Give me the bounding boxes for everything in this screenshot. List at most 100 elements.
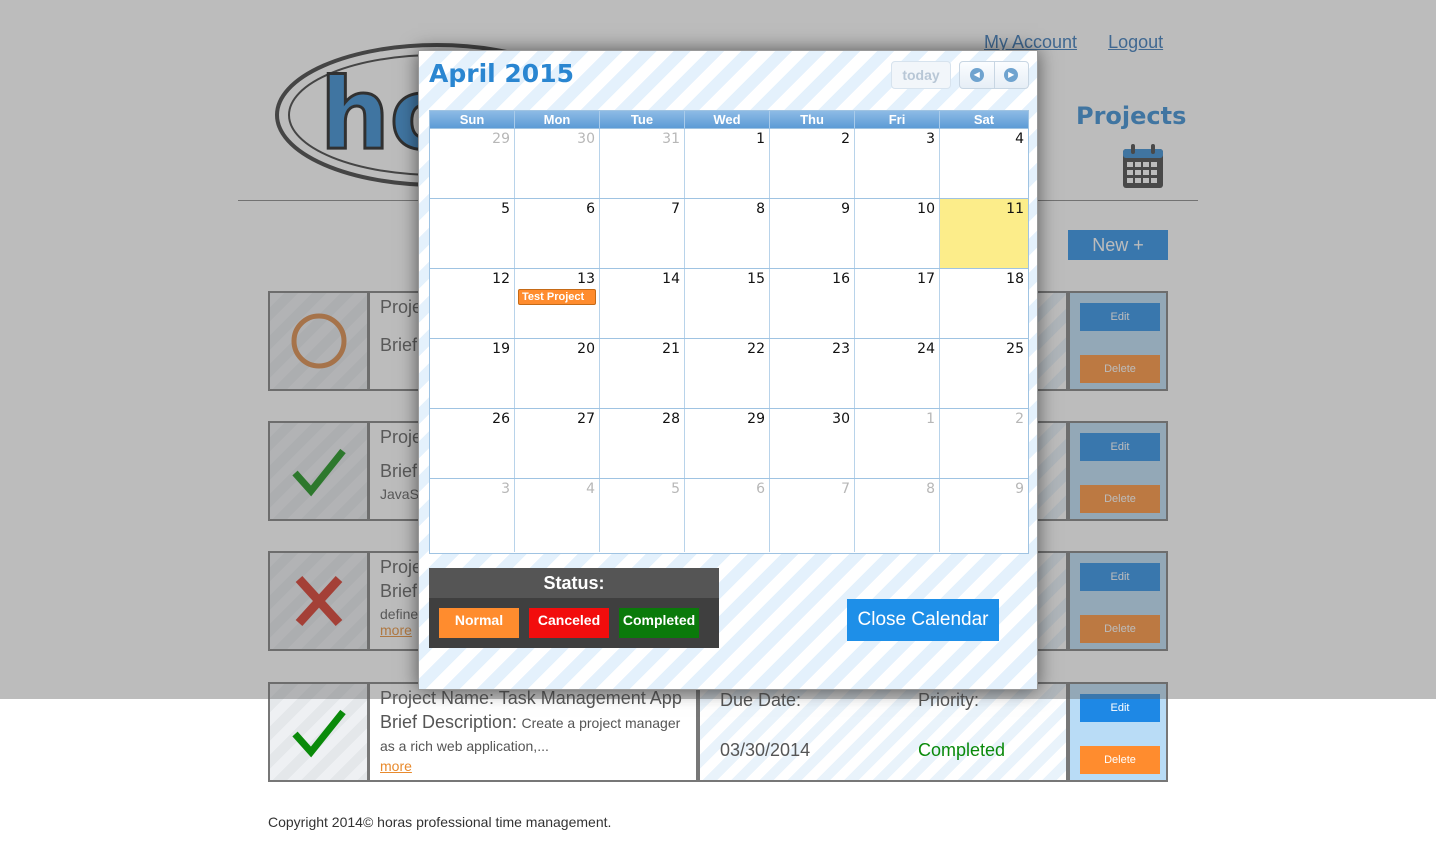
calendar-day[interactable]: 16 [770,269,855,338]
calendar-modal: April 2015 today ◀ ▶ Sun Mon Tue Wed Thu… [418,50,1038,690]
day-number: 5 [501,201,510,217]
dow-label: Sat [973,112,995,127]
day-number: 29 [492,131,510,147]
calendar-day[interactable]: 27 [515,409,600,478]
calendar-day[interactable]: 22 [685,339,770,408]
day-number: 2 [841,131,850,147]
day-number: 16 [832,271,850,287]
day-number: 29 [747,411,765,427]
calendar-day[interactable]: 7 [770,479,855,552]
due-date-value: 03/30/2014 [720,740,811,760]
day-number: 25 [1006,341,1024,357]
day-number: 11 [1006,201,1024,217]
calendar-day[interactable]: 3 [855,129,940,198]
calendar-day[interactable]: 4 [515,479,600,552]
calendar-day[interactable]: 1 [855,409,940,478]
calendar-week: 5 6 7 8 9 10 11 [430,198,1028,268]
calendar-day[interactable]: 14 [600,269,685,338]
calendar-day[interactable]: 10 [855,199,940,268]
day-number: 1 [756,131,765,147]
day-number: 6 [756,481,765,497]
calendar-day[interactable]: 5 [430,199,515,268]
calendar-day[interactable]: 26 [430,409,515,478]
calendar-day[interactable]: 28 [600,409,685,478]
legend-item-completed: Completed [619,608,699,638]
day-number: 28 [662,411,680,427]
legend-item-normal: Normal [439,608,519,638]
calendar-week: 29 30 31 1 2 3 4 [430,128,1028,198]
calendar-day[interactable]: 25 [940,339,1028,408]
next-month-button[interactable]: ▶ [995,62,1029,88]
calendar-week: 26 27 28 29 30 1 2 [430,408,1028,478]
calendar-day[interactable]: 9 [770,199,855,268]
calendar-day[interactable]: 7 [600,199,685,268]
close-calendar-button[interactable]: Close Calendar [847,599,999,641]
day-number: 1 [926,411,935,427]
day-number: 12 [492,271,510,287]
calendar-day[interactable]: 4 [940,129,1028,198]
day-number: 10 [917,201,935,217]
calendar-day[interactable]: 6 [685,479,770,552]
calendar-day[interactable]: 5 [600,479,685,552]
calendar-day[interactable]: 24 [855,339,940,408]
calendar-day[interactable]: 1 [685,129,770,198]
calendar-day[interactable]: 23 [770,339,855,408]
calendar-day[interactable]: 19 [430,339,515,408]
dow-label: Sun [430,111,515,128]
calendar-day[interactable]: 31 [600,129,685,198]
day-number: 5 [671,481,680,497]
calendar-grid: Sun Mon Tue Wed Thu Fri Sat 29 30 31 1 2 3 4 5 6… [429,110,1029,554]
calendar-day[interactable]: 29 [430,129,515,198]
calendar-day[interactable]: 17 [855,269,940,338]
calendar-day[interactable]: 8 [855,479,940,552]
calendar-day[interactable]: 6 [515,199,600,268]
calendar-day[interactable]: 15 [685,269,770,338]
calendar-week: 19 20 21 22 23 24 25 [430,338,1028,408]
calendar-title: April 2015 [429,59,574,88]
calendar-day-today[interactable]: 11 [940,199,1028,268]
day-number: 21 [662,341,680,357]
calendar-day[interactable]: 21 [600,339,685,408]
day-number: 17 [917,271,935,287]
calendar-event[interactable]: Test Project [518,289,596,305]
calendar-day[interactable]: 2 [770,129,855,198]
day-number: 26 [492,411,510,427]
calendar-day[interactable]: 29 [685,409,770,478]
calendar-day[interactable]: 12 [430,269,515,338]
calendar-day[interactable]: 9 [940,479,1028,552]
today-button[interactable]: today [891,61,951,89]
calendar-day[interactable]: 2 [940,409,1028,478]
calendar-day[interactable]: 8 [685,199,770,268]
brief-label: Brief Description: [380,712,518,732]
calendar-day[interactable]: 30 [770,409,855,478]
dow-label: Fri [855,111,940,128]
delete-button[interactable]: Delete [1080,746,1160,774]
footer-copyright: Copyright 2014© horas professional time … [268,814,612,830]
day-number: 7 [671,201,680,217]
prev-month-button[interactable]: ◀ [960,62,995,88]
day-number: 19 [492,341,510,357]
day-number: 14 [662,271,680,287]
calendar-day[interactable]: 13 Test Project [515,269,600,338]
calendar-day[interactable]: 30 [515,129,600,198]
calendar-day[interactable]: 18 [940,269,1028,338]
calendar-day[interactable]: 3 [430,479,515,552]
priority-value: Completed [918,740,1006,760]
more-link[interactable]: more [380,758,686,774]
day-number: 3 [501,481,510,497]
status-legend: Status: Normal Canceled Completed [429,568,719,648]
calendar-day[interactable]: 20 [515,339,600,408]
day-number: 20 [577,341,595,357]
day-number: 8 [926,481,935,497]
check-icon [291,709,346,758]
day-number: 2 [1015,411,1024,427]
day-number: 23 [832,341,850,357]
calendar-week: 12 13 Test Project 14 15 16 17 18 [430,268,1028,338]
chevron-left-icon: ◀ [969,68,984,82]
day-number: 9 [1015,481,1024,497]
month-nav: ◀ ▶ [959,61,1029,89]
dow-label: Tue [600,111,685,128]
calendar-week: 3 4 5 6 7 8 9 [430,478,1028,552]
day-number: 4 [1015,131,1024,147]
day-number: 6 [586,201,595,217]
